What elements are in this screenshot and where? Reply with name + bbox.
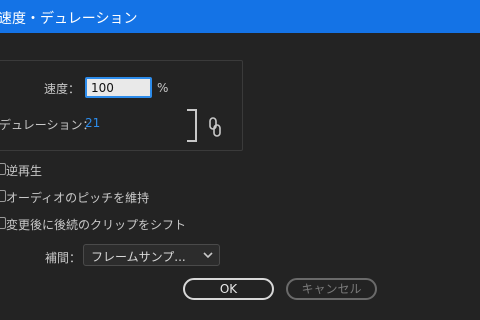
- window-title: 速度・デュレーション: [0, 11, 138, 27]
- duration-label: デュレーション：: [0, 118, 95, 132]
- interpolation-label: 補間：: [45, 251, 82, 265]
- interpolation-value: フレームサンプ...: [91, 250, 186, 264]
- cancel-button[interactable]: キャンセル: [286, 278, 377, 300]
- title-bar: 速度・デュレーション: [0, 0, 480, 33]
- reverse-label: 逆再生: [6, 164, 43, 178]
- speed-label: 速度：: [44, 82, 81, 96]
- speed-input[interactable]: [85, 77, 152, 98]
- speed-duration-group: [0, 60, 243, 151]
- link-bracket: [187, 109, 197, 142]
- ripple-label: 変更後に後続のクリップをシフト: [6, 218, 187, 232]
- chevron-down-icon: [203, 252, 213, 259]
- maintain-pitch-label: オーディオのピッチを維持: [6, 191, 150, 205]
- chain-link-icon[interactable]: [208, 117, 222, 137]
- interpolation-select[interactable]: フレームサンプ...: [83, 244, 220, 266]
- speed-unit: %: [157, 81, 169, 95]
- ok-button[interactable]: OK: [183, 278, 274, 300]
- duration-value[interactable]: 21: [85, 116, 100, 130]
